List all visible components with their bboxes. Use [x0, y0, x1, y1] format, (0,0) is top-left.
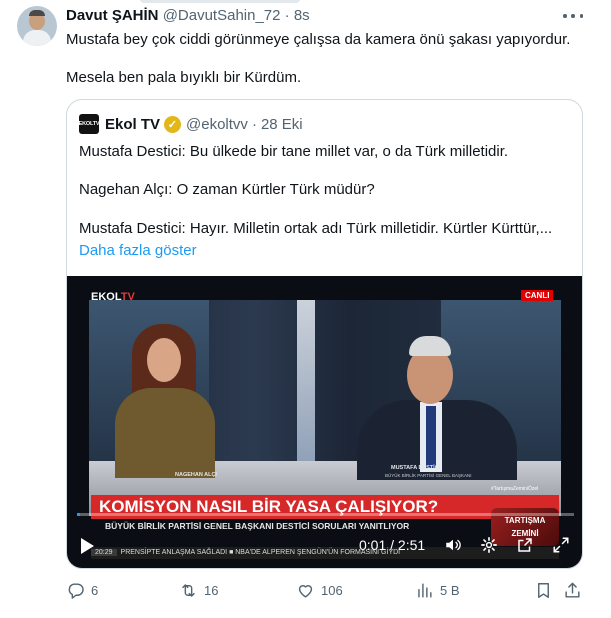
share-button[interactable]: [563, 578, 588, 602]
retweet-count: 16: [204, 582, 219, 598]
settings-gear-icon[interactable]: [479, 535, 499, 555]
quoted-tweet-date: 28 Eki: [260, 115, 303, 133]
channel-logo-accent: TV: [120, 291, 135, 303]
quoted-author-name: Ekol TV: [105, 115, 161, 133]
quoted-text-line-1: Mustafa Destici: Bu ülkede bir tane mill…: [79, 143, 509, 160]
quoted-tweet-header: EKOLTV Ekol TV ✓ @ekoltvv · 28 Eki: [79, 114, 303, 134]
separator-dot: ·: [251, 115, 257, 133]
ekoltv-avatar[interactable]: EKOLTV: [79, 114, 100, 134]
reply-icon: [68, 582, 84, 599]
quoted-text-line-2: Nagehan Alçı: O zaman Kürtler Türk müdür…: [79, 181, 375, 198]
tweet-header: Davut ŞAHİN @DavutSahin_72 · 8s: [66, 6, 310, 26]
tweet-text-line-2: Mesela ben pala bıyıklı bir Kürdüm.: [66, 69, 302, 86]
guest-title-caption: BÜYÜK BİRLİK PARTİSİ GENEL BAŞKANI: [385, 473, 472, 478]
guest-tie: [426, 406, 436, 468]
views-count: 5 B: [440, 582, 460, 598]
show-more-link[interactable]: Daha fazla göster: [79, 241, 197, 261]
quoted-text-line-3: Mustafa Destici: Hayır. Milletin ortak a…: [79, 220, 553, 237]
tweet-actions-bar: 6 16 106 5 B: [66, 578, 583, 602]
guest-hair: [409, 336, 451, 356]
program-hashtag: #TartışmaZeminiÖzel: [491, 486, 539, 492]
ticker-time: 20:29: [91, 549, 117, 556]
separator-dot: ·: [284, 7, 290, 24]
channel-logo-main: EKOL: [91, 291, 121, 303]
tweet-time[interactable]: 8s: [294, 7, 310, 24]
play-icon[interactable]: [81, 538, 94, 554]
fullscreen-icon[interactable]: [551, 535, 571, 555]
views-button[interactable]: 5 B: [415, 578, 460, 602]
guest-name-caption: MUSTAFA DESTİCİ: [391, 465, 441, 471]
channel-logo: EKOLTV: [91, 291, 135, 303]
volume-icon[interactable]: [443, 535, 463, 555]
verified-badge-icon: ✓: [164, 115, 182, 133]
more-options-icon[interactable]: [563, 8, 583, 24]
video-progress-bar[interactable]: [77, 513, 574, 516]
retweet-icon: [182, 583, 195, 597]
like-button[interactable]: 106: [296, 578, 343, 602]
like-count: 106: [321, 582, 343, 598]
subheadline-banner: BÜYÜK BİRLİK PARTİSİ GENEL BAŞKANI DESTİ…: [105, 521, 410, 531]
quoted-tweet[interactable]: EKOLTV Ekol TV ✓ @ekoltvv · 28 Eki Musta…: [66, 99, 583, 569]
presenter-face: [147, 338, 181, 382]
presenter-body: [115, 388, 215, 478]
presenter-name-caption: NAGEHAN ALÇI: [175, 472, 217, 478]
quoted-author-handle: @ekoltvv: [186, 115, 248, 133]
video-progress-fill: [77, 513, 80, 516]
author-handle[interactable]: @DavutSahin_72: [163, 7, 281, 24]
popout-icon[interactable]: [515, 535, 535, 555]
heart-icon: [298, 584, 313, 598]
reply-button[interactable]: 6: [66, 578, 98, 602]
bookmark-icon: [538, 582, 549, 598]
reply-count: 6: [91, 582, 99, 598]
video-player[interactable]: NAGEHAN ALÇI MUSTAFA DESTİCİ BÜYÜK BİRLİ…: [67, 276, 582, 568]
previous-tweet-fragment: [140, 0, 300, 3]
author-avatar[interactable]: [17, 6, 57, 46]
tweet-text-line-1: Mustafa bey çok ciddi görünmeye çalışsa …: [66, 31, 571, 48]
live-badge: CANLI: [521, 290, 554, 301]
views-chart-icon: [418, 582, 432, 598]
author-name[interactable]: Davut ŞAHİN: [66, 7, 159, 24]
share-icon: [565, 582, 580, 598]
retweet-button[interactable]: 16: [179, 578, 218, 602]
bookmark-button[interactable]: [534, 578, 559, 602]
video-timecode: 0:01 / 2:51: [359, 537, 426, 553]
